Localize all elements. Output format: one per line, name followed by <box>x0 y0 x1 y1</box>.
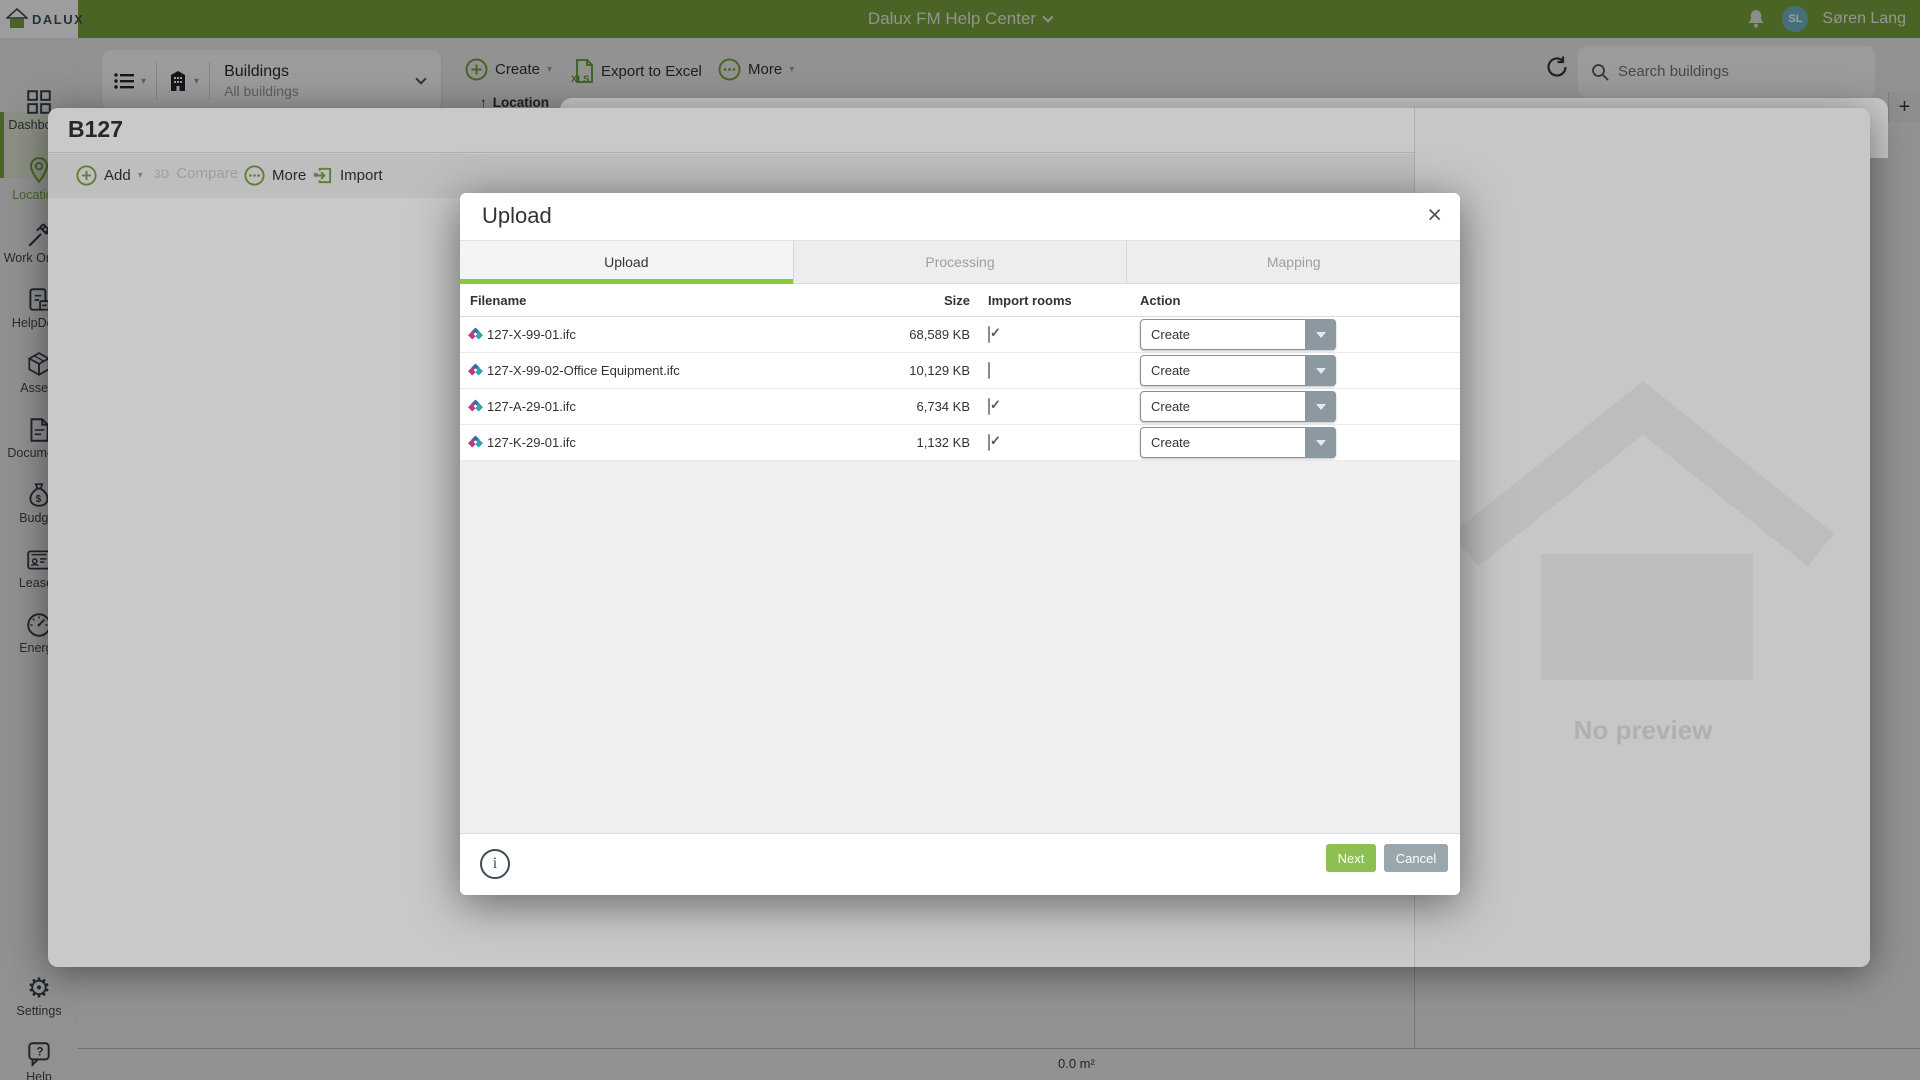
modal-titlebar: Upload × <box>460 193 1460 240</box>
filename: 127-K-29-01.ifc <box>487 435 576 450</box>
action-select[interactable]: Create <box>1140 391 1336 422</box>
file-size: 10,129 KB <box>780 353 970 388</box>
table-row: 127-A-29-01.ifc 6,734 KB Create <box>460 389 1460 425</box>
action-select[interactable]: Create <box>1140 427 1336 458</box>
select-arrow-icon[interactable] <box>1305 391 1336 422</box>
modal-tabs: Upload Processing Mapping <box>460 240 1460 284</box>
filename: 127-X-99-02-Office Equipment.ifc <box>487 363 680 378</box>
select-arrow-icon[interactable] <box>1305 427 1336 458</box>
modal-footer: i Next Cancel <box>460 833 1460 895</box>
upload-modal: Upload × Upload Processing Mapping Filen… <box>460 193 1460 895</box>
select-arrow-icon[interactable] <box>1305 355 1336 386</box>
tab-upload[interactable]: Upload <box>460 241 793 283</box>
col-import-rooms: Import rooms <box>988 293 1072 308</box>
action-select[interactable]: Create <box>1140 319 1336 350</box>
info-icon[interactable]: i <box>480 849 510 879</box>
upload-file-table: Filename Size Import rooms Action 127-X-… <box>460 284 1460 461</box>
col-size: Size <box>780 293 970 308</box>
close-icon[interactable]: × <box>1427 201 1442 230</box>
cancel-button[interactable]: Cancel <box>1384 844 1448 872</box>
modal-title: Upload <box>482 203 552 229</box>
ifc-file-icon <box>468 327 483 342</box>
import-rooms-checkbox[interactable] <box>988 362 990 379</box>
table-row: 127-X-99-01.ifc 68,589 KB Create <box>460 317 1460 353</box>
table-header-row: Filename Size Import rooms Action <box>460 284 1460 317</box>
app-root: Dalux FM Help Center SL Søren Lang DALUX <box>0 0 1920 1080</box>
ifc-file-icon <box>468 363 483 378</box>
file-size: 1,132 KB <box>780 425 970 460</box>
table-row: 127-K-29-01.ifc 1,132 KB Create <box>460 425 1460 461</box>
action-select[interactable]: Create <box>1140 355 1336 386</box>
import-rooms-checkbox[interactable] <box>988 398 990 415</box>
col-action: Action <box>1140 293 1180 308</box>
tab-processing[interactable]: Processing <box>793 241 1127 283</box>
import-rooms-checkbox[interactable] <box>988 326 990 343</box>
tab-mapping[interactable]: Mapping <box>1126 241 1460 283</box>
file-size: 68,589 KB <box>780 317 970 352</box>
filename: 127-X-99-01.ifc <box>487 327 576 342</box>
table-row: 127-X-99-02-Office Equipment.ifc 10,129 … <box>460 353 1460 389</box>
file-size: 6,734 KB <box>780 389 970 424</box>
select-arrow-icon[interactable] <box>1305 319 1336 350</box>
ifc-file-icon <box>468 435 483 450</box>
import-rooms-checkbox[interactable] <box>988 434 990 451</box>
col-filename: Filename <box>470 293 526 308</box>
next-button[interactable]: Next <box>1326 844 1376 872</box>
filename: 127-A-29-01.ifc <box>487 399 576 414</box>
ifc-file-icon <box>468 399 483 414</box>
